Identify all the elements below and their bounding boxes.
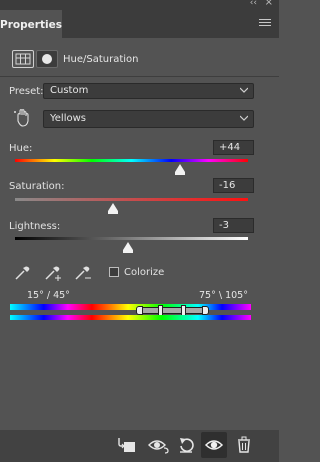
- delete-button[interactable]: [235, 435, 253, 458]
- divider: [0, 76, 279, 77]
- clip-to-layer-button[interactable]: [117, 436, 139, 457]
- eyedropper-minus-icon: [75, 266, 91, 280]
- chevron-down-icon: [240, 115, 248, 121]
- clip-to-layer-icon: [118, 438, 135, 452]
- lightness-slider-track[interactable]: [15, 237, 248, 240]
- view-previous-icon: [148, 440, 169, 454]
- view-previous-button[interactable]: [146, 436, 170, 457]
- channel-value: Yellows: [50, 113, 86, 124]
- saturation-value-field[interactable]: -16: [213, 178, 254, 193]
- eyedropper-icon: [15, 266, 30, 280]
- range-outer-right-handle[interactable]: [202, 306, 209, 315]
- tab-properties[interactable]: Properties: [0, 10, 62, 38]
- close-panel-icon[interactable]: ×: [265, 0, 273, 8]
- eye-icon: [204, 440, 224, 450]
- range-left-label: 15° / 45°: [27, 290, 70, 301]
- range-right-label: 75° \ 105°: [199, 290, 248, 301]
- hand-icon: [14, 109, 29, 127]
- saturation-label: Saturation:: [9, 181, 65, 192]
- reset-icon: [180, 438, 194, 453]
- colorize-label: Colorize: [124, 267, 165, 278]
- targeted-adjustment-tool[interactable]: [12, 107, 34, 132]
- lightness-value-field[interactable]: -3: [213, 218, 254, 233]
- preset-dropdown[interactable]: Custom: [43, 83, 254, 99]
- reset-button[interactable]: [176, 435, 196, 458]
- range-outer-left-handle[interactable]: [136, 306, 143, 315]
- collapse-panels-icon[interactable]: ‹‹: [250, 0, 257, 8]
- panel-menu-icon[interactable]: [259, 19, 271, 29]
- eyedropper-plus-icon: [45, 266, 61, 281]
- eyedropper-add-tool[interactable]: [42, 264, 62, 285]
- hue-slider-track[interactable]: [15, 159, 248, 162]
- channel-dropdown[interactable]: Yellows: [43, 110, 254, 128]
- input-color-bar: [10, 304, 251, 310]
- hue-label: Hue:: [9, 143, 33, 154]
- visibility-button[interactable]: [201, 432, 227, 458]
- preset-label: Preset:: [9, 86, 44, 97]
- panel-tab-bar: Properties: [0, 10, 279, 38]
- lightness-label: Lightness:: [9, 221, 61, 232]
- output-color-bar: [10, 315, 251, 320]
- layer-mask-icon[interactable]: [36, 50, 58, 68]
- trash-icon: [238, 436, 250, 453]
- colorize-checkbox[interactable]: [109, 267, 119, 277]
- preset-value: Custom: [50, 85, 89, 96]
- eyedropper-subtract-tool[interactable]: [72, 264, 92, 285]
- adjustment-title: Hue/Saturation: [63, 54, 139, 65]
- color-range-selection[interactable]: [140, 307, 206, 314]
- chevron-down-icon: [240, 87, 248, 93]
- eyedropper-tool[interactable]: [12, 264, 32, 285]
- saturation-slider-track[interactable]: [15, 198, 248, 201]
- hue-value-field[interactable]: +44: [213, 140, 254, 155]
- panel-top-strip: ‹‹ ×: [0, 0, 279, 10]
- mask-circle-icon: [42, 54, 52, 64]
- hue-saturation-grid-icon: [15, 53, 31, 65]
- adjustment-layer-icon[interactable]: [12, 50, 34, 68]
